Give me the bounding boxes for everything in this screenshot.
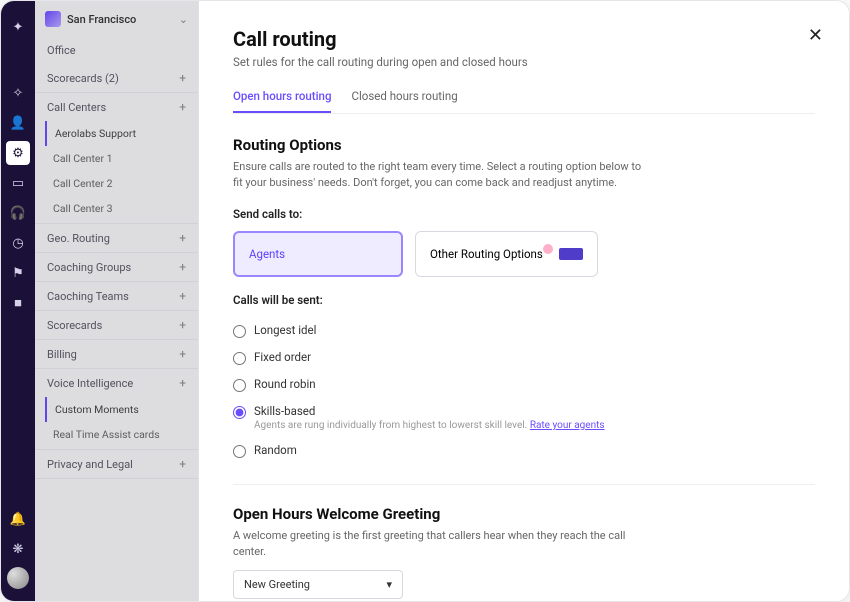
routing-options-section: Routing Options Ensure calls are routed … <box>233 136 815 464</box>
sidebar-item-scorecards2[interactable]: Scorecards + <box>35 311 198 340</box>
radio-random[interactable]: Random <box>233 437 815 464</box>
sidebar-sub-call-center-1[interactable]: Call Center 1 <box>35 146 198 171</box>
tab-open-hours[interactable]: Open hours routing <box>233 89 331 113</box>
greeting-desc: A welcome greeting is the first greeting… <box>233 528 653 560</box>
page-subtitle: Set rules for the call routing during op… <box>233 55 815 69</box>
send-calls-to-label: Send calls to: <box>233 207 815 221</box>
greeting-heading: Open Hours Welcome Greeting <box>233 505 815 523</box>
page-title: Call routing <box>233 27 815 51</box>
routing-options-desc: Ensure calls are routed to the right tea… <box>233 159 653 191</box>
help-icon[interactable]: ❋ <box>6 537 30 561</box>
radio-round-robin[interactable]: Round robin <box>233 371 815 398</box>
calls-will-be-sent-label: Calls will be sent: <box>233 293 815 307</box>
logo-icon[interactable]: ✦ <box>6 15 30 39</box>
tab-closed-hours[interactable]: Closed hours routing <box>351 89 457 113</box>
sidebar-sub-custom-moments[interactable]: Custom Moments <box>45 397 198 422</box>
sidebar-item-billing[interactable]: Billing + <box>35 340 198 369</box>
sidebar-item-geo-routing[interactable]: Geo. Routing + <box>35 224 198 253</box>
radio-input[interactable] <box>233 406 246 419</box>
rate-your-agents-link[interactable]: Rate your agents <box>530 420 605 431</box>
city-selector[interactable]: San Francisco ⌄ <box>35 1 198 37</box>
greeting-section: Open Hours Welcome Greeting A welcome gr… <box>233 505 815 601</box>
chevron-down-icon: ⌄ <box>179 13 188 26</box>
routing-options-heading: Routing Options <box>233 136 815 154</box>
sidebar-item-voice-intelligence[interactable]: Voice Intelligence + <box>35 369 198 397</box>
radio-longest-idle[interactable]: Longest idel <box>233 317 815 344</box>
other-routing-card[interactable]: Other Routing Options <box>415 231 598 277</box>
plus-icon[interactable]: + <box>179 376 186 390</box>
sidebar-item-coaching-teams[interactable]: Caoching Teams + <box>35 282 198 311</box>
routing-radio-list: Longest idel Fixed order Round robin Ski… <box>233 317 815 464</box>
city-flag-icon <box>45 11 61 27</box>
headset-icon[interactable]: 🎧 <box>6 201 30 225</box>
sidebar-sub-rta-cards[interactable]: Real Time Assist cards <box>35 422 198 450</box>
sidebar-item-office[interactable]: Office <box>35 37 198 64</box>
plus-icon[interactable]: + <box>179 318 186 332</box>
plus-icon[interactable]: + <box>179 260 186 274</box>
plus-icon[interactable]: + <box>179 71 186 85</box>
radio-skills-based[interactable]: Skills-based Agents are rung individuall… <box>233 398 815 437</box>
sidebar: San Francisco ⌄ Office Scorecards (2) + … <box>35 1 199 601</box>
skills-based-subtext: Agents are rung individually from highes… <box>254 420 605 431</box>
routing-illustration-icon <box>543 244 583 264</box>
plus-icon[interactable]: + <box>179 231 186 245</box>
agents-card[interactable]: Agents <box>233 231 403 277</box>
video-icon[interactable]: ■ <box>6 291 30 315</box>
person-icon[interactable]: 👤 <box>6 111 30 135</box>
flag-icon[interactable]: ⚑ <box>6 261 30 285</box>
plus-icon[interactable]: + <box>179 347 186 361</box>
call-routing-panel: ✕ Call routing Set rules for the call ro… <box>199 1 849 601</box>
divider <box>233 484 815 485</box>
sidebar-item-privacy[interactable]: Privacy and Legal + <box>35 450 198 479</box>
nav-rail: ✦ ✧ 👤 ⚙ ▭ 🎧 ◷ ⚑ ■ 🔔 ❋ <box>1 1 35 601</box>
radio-fixed-order[interactable]: Fixed order <box>233 344 815 371</box>
presentation-icon[interactable]: ▭ <box>6 171 30 195</box>
plus-icon[interactable]: + <box>179 100 186 114</box>
clock-icon[interactable]: ◷ <box>6 231 30 255</box>
sidebar-sub-call-center-3[interactable]: Call Center 3 <box>35 196 198 224</box>
sidebar-sub-call-center-2[interactable]: Call Center 2 <box>35 171 198 196</box>
radio-input[interactable] <box>233 352 246 365</box>
settings-icon[interactable]: ⚙ <box>6 141 30 165</box>
close-icon[interactable]: ✕ <box>808 25 823 46</box>
greeting-select[interactable]: New Greeting ▾ <box>233 570 403 599</box>
radio-input[interactable] <box>233 325 246 338</box>
select-caret-icon: ▾ <box>386 578 392 591</box>
radio-input[interactable] <box>233 379 246 392</box>
city-name: San Francisco <box>67 13 136 26</box>
sidebar-item-coaching-groups[interactable]: Coaching Groups + <box>35 253 198 282</box>
plus-icon[interactable]: + <box>179 457 186 471</box>
tabs: Open hours routing Closed hours routing <box>233 89 815 114</box>
plus-icon[interactable]: + <box>179 289 186 303</box>
sidebar-item-scorecards[interactable]: Scorecards (2) + <box>35 64 198 93</box>
sidebar-sub-aerolabs-support[interactable]: Aerolabs Support <box>45 121 198 146</box>
radio-input[interactable] <box>233 445 246 458</box>
bell-icon[interactable]: 🔔 <box>6 507 30 531</box>
sidebar-item-call-centers[interactable]: Call Centers + <box>35 93 198 121</box>
avatar[interactable] <box>7 567 29 589</box>
spark-icon[interactable]: ✧ <box>6 81 30 105</box>
app-shell: ✦ ✧ 👤 ⚙ ▭ 🎧 ◷ ⚑ ■ 🔔 ❋ San Francisco ⌄ Of… <box>0 0 850 602</box>
